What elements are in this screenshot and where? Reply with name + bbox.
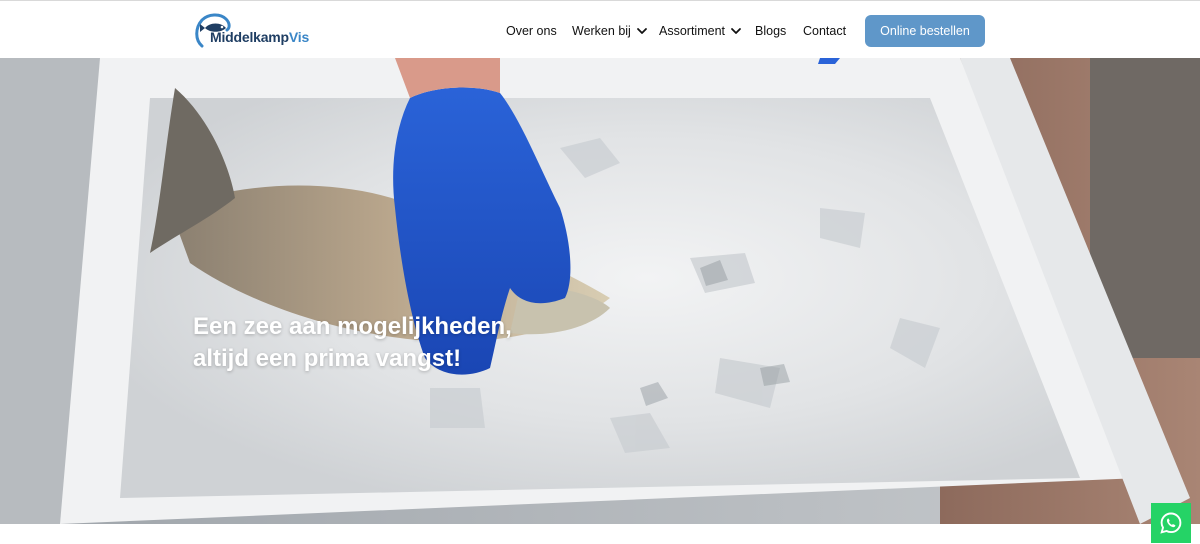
logo-text-main: Middelkamp [210,29,289,45]
nav-item-label: Over ons [506,24,557,38]
nav-item-label: Blogs [755,24,787,38]
nav-item-blogs[interactable]: Blogs [755,22,786,40]
hero-background-image [0,58,1200,524]
logo-text-accent: Vis [288,29,310,45]
nav-item-over-ons[interactable]: Over ons [506,22,557,40]
hero-section: Een zee aan mogelijkheden, altijd een pr… [0,58,1200,524]
nav-item-label: Werken bij [572,24,631,38]
hero-title: Een zee aan mogelijkheden, altijd een pr… [193,311,613,375]
logo[interactable]: MiddelkampVis [193,10,323,52]
online-order-button[interactable]: Online bestellen [865,15,985,47]
hero-title-line-1: Een zee aan mogelijkheden, [193,313,512,340]
nav-item-label: Assortiment [659,24,725,38]
nav-item-label: Contact [803,24,847,38]
logo-wordmark: MiddelkampVis [210,29,309,45]
chevron-down-icon [636,28,647,34]
nav-item-werken-bij[interactable]: Werken bij [572,22,648,40]
site-header: MiddelkampVis Over ons Werken bij Assort… [0,0,1200,58]
nav-item-contact[interactable]: Contact [803,22,846,40]
whatsapp-icon [1160,512,1182,534]
nav-item-assortiment[interactable]: Assortiment [659,22,742,40]
chevron-down-icon [731,28,741,34]
whatsapp-button[interactable] [1151,503,1191,543]
hero-title-line-2: altijd een prima vangst! [193,345,462,372]
